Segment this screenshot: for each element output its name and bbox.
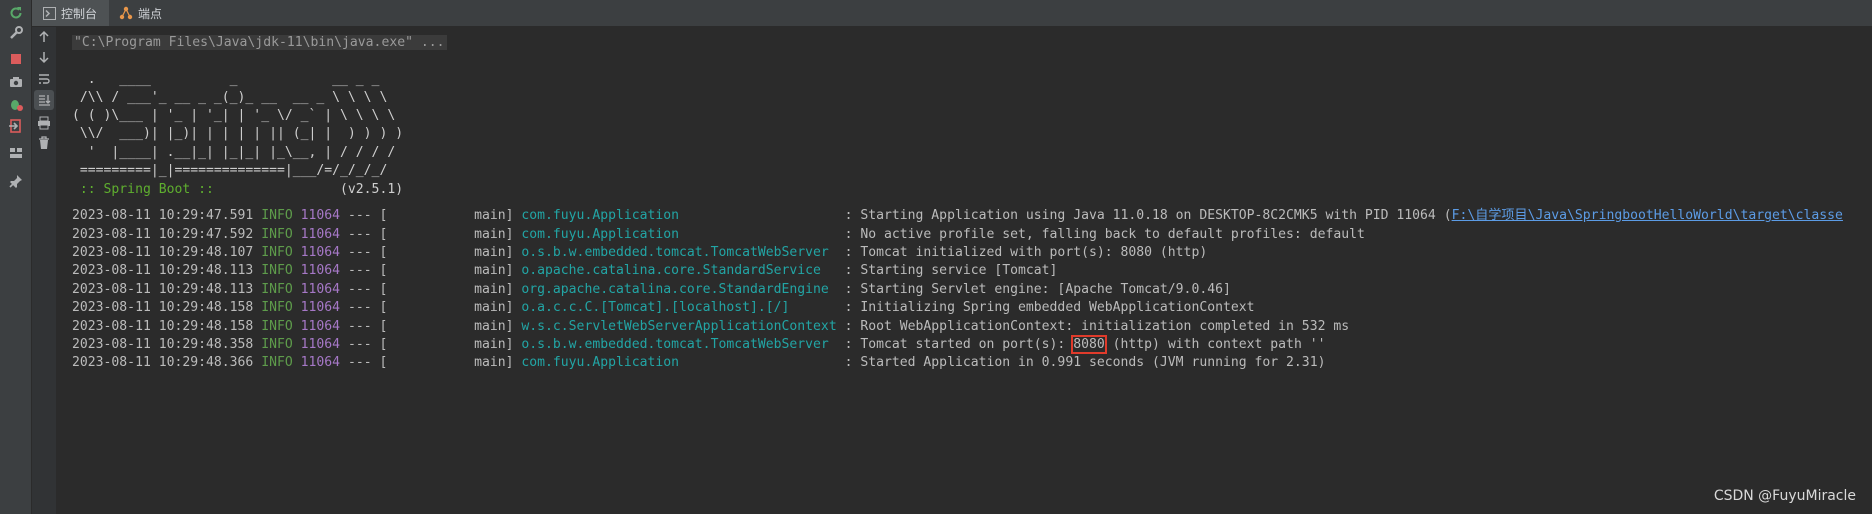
run-toolwindow-strip: [0, 0, 32, 514]
trash-icon[interactable]: [34, 133, 54, 153]
pin-icon[interactable]: [5, 170, 27, 192]
console-toolbar: [32, 27, 57, 514]
exit-icon[interactable]: [5, 115, 27, 137]
layout-icon[interactable]: [5, 142, 27, 164]
tab-console-label: 控制台: [61, 6, 98, 21]
port-highlight: 8080: [1071, 335, 1107, 354]
stop-icon[interactable]: [5, 48, 27, 70]
endpoints-icon: [119, 6, 133, 20]
classpath-link[interactable]: F:\自学项目\Java\SpringbootHelloWorld\target…: [1452, 208, 1843, 223]
watermark: CSDN @FuyuMiracle: [1713, 488, 1856, 504]
rerun-icon[interactable]: [5, 2, 27, 24]
console-icon: [42, 6, 56, 20]
debug-bug-icon[interactable]: [5, 93, 27, 115]
tab-endpoints-label: 端点: [138, 6, 163, 21]
camera-icon[interactable]: [5, 71, 27, 93]
scroll-to-end-icon[interactable]: [34, 90, 54, 110]
print-icon[interactable]: [34, 113, 54, 133]
spring-boot-version-line: :: Spring Boot :: (v2.5.1): [72, 182, 404, 197]
soft-wrap-icon[interactable]: [34, 69, 54, 89]
log-line: 2023-08-11 10:29:48.366 INFO 11064 --- […: [72, 355, 1326, 370]
scroll-down-icon[interactable]: [34, 47, 54, 67]
tab-console[interactable]: 控制台: [32, 0, 110, 26]
run-tab-bar: 控制台 端点: [32, 0, 1872, 27]
tab-endpoints[interactable]: 端点: [109, 0, 174, 26]
console-output[interactable]: "C:\Program Files\Java\jdk-11\bin\java.e…: [57, 27, 1872, 514]
wrench-icon[interactable]: [5, 22, 27, 44]
java-command-line[interactable]: "C:\Program Files\Java\jdk-11\bin\java.e…: [72, 32, 447, 54]
scroll-up-icon[interactable]: [34, 27, 54, 47]
